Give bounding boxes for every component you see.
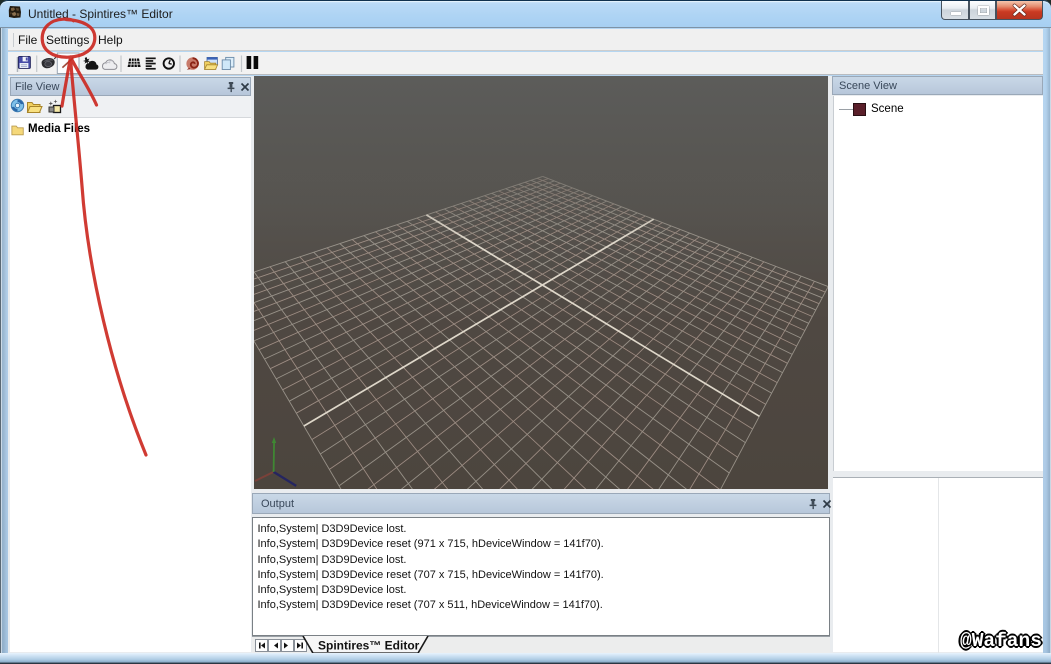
svg-text:Spintires™ Editor: Spintires™ Editor: [318, 639, 420, 653]
